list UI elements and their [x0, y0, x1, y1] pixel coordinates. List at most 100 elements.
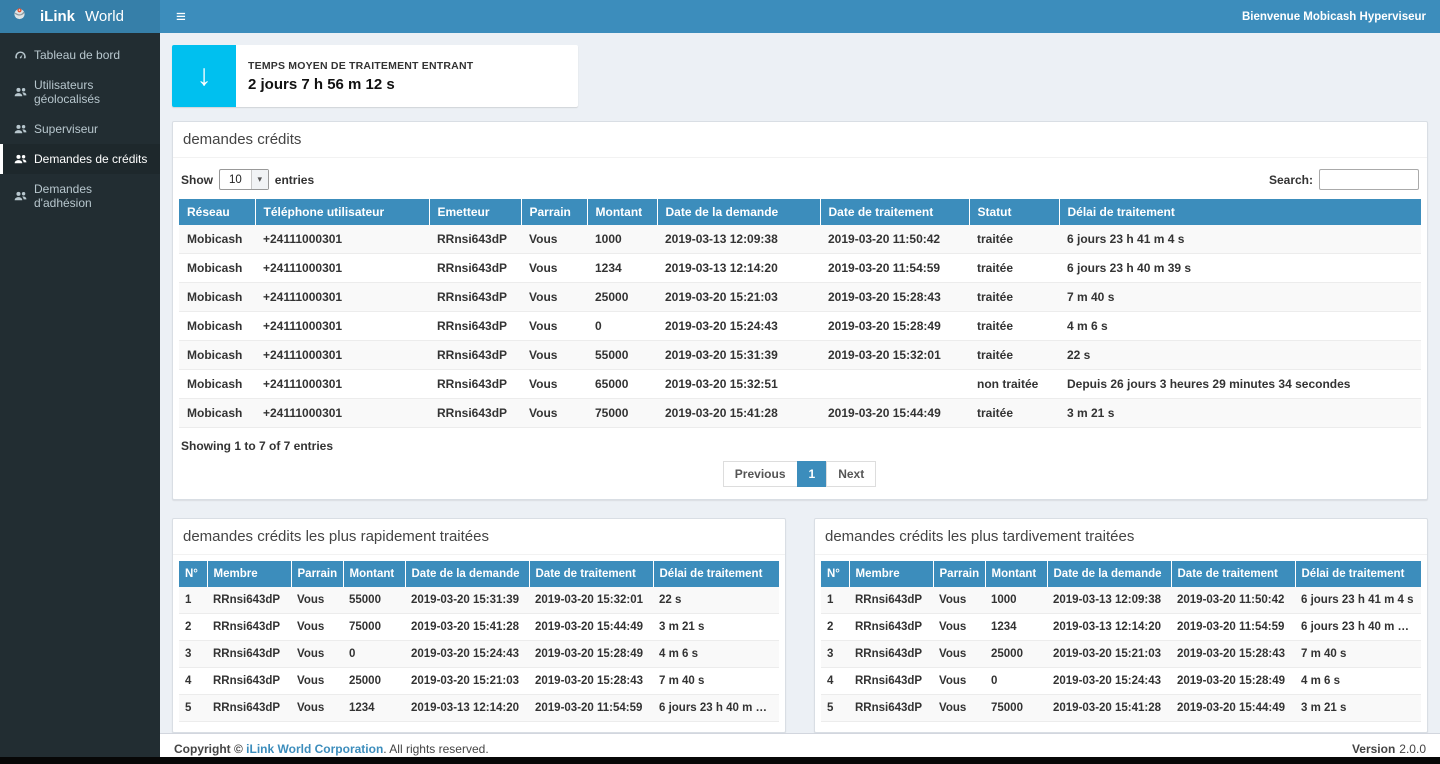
table-row: Mobicash+24111000301RRnsi643dPVous750002… — [179, 399, 1421, 428]
page-footer: Copyright © iLink World Corporation. All… — [160, 733, 1440, 757]
table-cell: +24111000301 — [255, 225, 429, 254]
bottom-edge-strip — [0, 757, 1440, 764]
sidebar-item-label: Tableau de bord — [34, 48, 120, 62]
table-cell: 2019-03-20 15:44:49 — [1171, 695, 1295, 722]
table-cell: 1 — [179, 587, 207, 614]
table-cell: 6 jours 23 h 41 m 4 s — [1295, 587, 1421, 614]
table-cell: Vous — [291, 641, 343, 668]
fastest-treated-panel: demandes crédits les plus rapidement tra… — [172, 518, 786, 733]
table-cell: RRnsi643dP — [849, 695, 933, 722]
table-cell: RRnsi643dP — [429, 312, 521, 341]
slowest-treated-table: N°MembreParrainMontantDate de la demande… — [821, 561, 1421, 722]
table-cell: Vous — [933, 668, 985, 695]
column-header[interactable]: Téléphone utilisateur — [255, 199, 429, 225]
table-cell: Mobicash — [179, 254, 255, 283]
infobox-label: TEMPS MOYEN DE TRAITEMENT ENTRANT — [248, 60, 473, 72]
version-text: Version2.0.0 — [1352, 742, 1426, 756]
column-header[interactable]: Statut — [969, 199, 1059, 225]
table-cell: RRnsi643dP — [207, 668, 291, 695]
column-header[interactable]: Date de la demande — [657, 199, 820, 225]
column-header: Montant — [985, 561, 1047, 587]
brand-logo-area[interactable]: iLinkWorld — [0, 0, 160, 33]
table-cell: 4 — [821, 668, 849, 695]
table-header-row: RéseauTéléphone utilisateurEmetteurParra… — [179, 199, 1421, 225]
entries-select[interactable]: 10 ▾ — [219, 169, 269, 190]
table-cell: 65000 — [587, 370, 657, 399]
sidebar-item-membership-requests[interactable]: Demandes d'adhésion — [0, 174, 160, 218]
table-cell: 6 jours 23 h 40 m 39 s — [653, 695, 779, 722]
table-row: 5RRnsi643dPVous750002019-03-20 15:41:282… — [821, 695, 1421, 722]
pagination-previous-button[interactable]: Previous — [723, 461, 798, 487]
avg-incoming-treatment-infobox: ↓ TEMPS MOYEN DE TRAITEMENT ENTRANT 2 jo… — [172, 45, 578, 107]
table-cell: non traitée — [969, 370, 1059, 399]
pagination-page-1-button[interactable]: 1 — [797, 461, 828, 487]
table-cell: 2019-03-20 11:54:59 — [1171, 614, 1295, 641]
table-cell: 2019-03-20 15:41:28 — [1047, 695, 1171, 722]
table-cell: +24111000301 — [255, 370, 429, 399]
table-cell: +24111000301 — [255, 312, 429, 341]
table-cell: 2019-03-13 12:14:20 — [1047, 614, 1171, 641]
table-cell: 2019-03-20 15:28:43 — [1171, 641, 1295, 668]
table-cell: 6 jours 23 h 40 m 39 s — [1059, 254, 1421, 283]
table-cell: traitée — [969, 312, 1059, 341]
table-cell: 5 — [179, 695, 207, 722]
table-cell: 6 jours 23 h 40 m 39 s — [1295, 614, 1421, 641]
sidebar-toggle-button[interactable]: ≡ — [160, 0, 202, 33]
table-cell: Mobicash — [179, 341, 255, 370]
column-header: Membre — [849, 561, 933, 587]
column-header[interactable]: Montant — [587, 199, 657, 225]
table-row: 1RRnsi643dPVous10002019-03-13 12:09:3820… — [821, 587, 1421, 614]
column-header[interactable]: Emetteur — [429, 199, 521, 225]
table-cell: +24111000301 — [255, 254, 429, 283]
table-cell: 2019-03-20 15:24:43 — [657, 312, 820, 341]
table-cell: 25000 — [985, 641, 1047, 668]
table-cell: RRnsi643dP — [429, 370, 521, 399]
table-cell: RRnsi643dP — [207, 614, 291, 641]
column-header[interactable]: Délai de traitement — [1059, 199, 1421, 225]
pagination-next-button[interactable]: Next — [826, 461, 876, 487]
version-value: 2.0.0 — [1399, 742, 1426, 756]
column-header[interactable]: Date de traitement — [820, 199, 969, 225]
sidebar-item-credit-requests[interactable]: Demandes de crédits — [0, 144, 160, 174]
search-input[interactable] — [1319, 169, 1419, 190]
table-row: 4RRnsi643dPVous02019-03-20 15:24:432019-… — [821, 668, 1421, 695]
table-cell: 2019-03-20 15:21:03 — [405, 668, 529, 695]
sidebar-item-dashboard[interactable]: Tableau de bord — [0, 40, 160, 70]
table-cell: 1 — [821, 587, 849, 614]
membership-requests-icon — [14, 190, 27, 203]
table-cell: 2019-03-20 15:31:39 — [657, 341, 820, 370]
table-cell — [820, 370, 969, 399]
table-cell: +24111000301 — [255, 399, 429, 428]
sidebar-item-supervisor[interactable]: Superviseur — [0, 114, 160, 144]
table-cell: RRnsi643dP — [429, 254, 521, 283]
top-navbar: iLinkWorld ≡ Bienvenue Mobicash Hypervis… — [0, 0, 1440, 33]
table-cell: 3 m 21 s — [1059, 399, 1421, 428]
column-header[interactable]: Parrain — [521, 199, 587, 225]
panel-title: demandes crédits les plus tardivement tr… — [825, 528, 1417, 545]
table-cell: RRnsi643dP — [429, 225, 521, 254]
table-cell: 25000 — [343, 668, 405, 695]
table-cell: RRnsi643dP — [207, 587, 291, 614]
table-cell: 7 m 40 s — [1059, 283, 1421, 312]
infobox-value: 2 jours 7 h 56 m 12 s — [248, 76, 473, 93]
app-logo-icon — [13, 7, 33, 27]
company-link[interactable]: iLink World Corporation — [246, 742, 383, 756]
table-cell: Mobicash — [179, 225, 255, 254]
table-cell: 75000 — [985, 695, 1047, 722]
sidebar: Tableau de bord Utilisateurs géolocalisé… — [0, 33, 160, 764]
table-cell: RRnsi643dP — [849, 641, 933, 668]
sidebar-item-geolocated-users[interactable]: Utilisateurs géolocalisés — [0, 70, 160, 114]
table-cell: 2 — [821, 614, 849, 641]
table-cell: 25000 — [587, 283, 657, 312]
table-cell: Vous — [521, 399, 587, 428]
table-summary: Showing 1 to 7 of 7 entries — [179, 428, 1421, 456]
table-cell: Vous — [521, 312, 587, 341]
table-cell: 5 — [821, 695, 849, 722]
table-row: 2RRnsi643dPVous12342019-03-13 12:14:2020… — [821, 614, 1421, 641]
table-cell: traitée — [969, 341, 1059, 370]
table-row: Mobicash+24111000301RRnsi643dPVous123420… — [179, 254, 1421, 283]
table-cell: 0 — [343, 641, 405, 668]
table-cell: 22 s — [1059, 341, 1421, 370]
table-cell: +24111000301 — [255, 341, 429, 370]
column-header[interactable]: Réseau — [179, 199, 255, 225]
